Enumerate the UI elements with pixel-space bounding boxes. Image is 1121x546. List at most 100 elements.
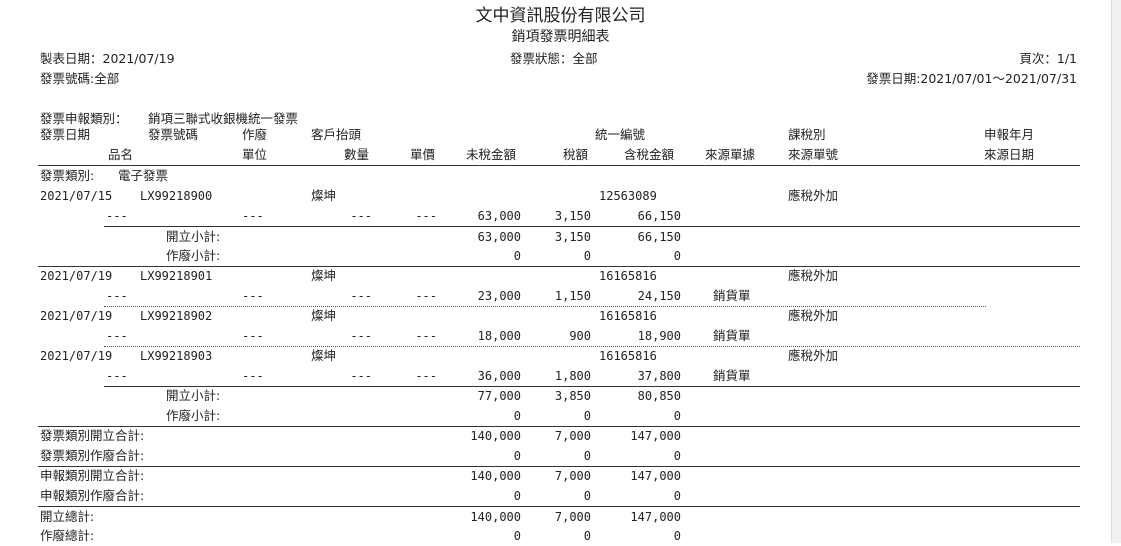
item-name: --- xyxy=(106,289,128,303)
subtotal-open-untaxed: 77,000 xyxy=(477,389,521,403)
item-untaxed: 63,000 xyxy=(477,209,521,223)
total-total: 0 xyxy=(673,449,681,463)
invoice-no: LX99218901 xyxy=(140,269,213,283)
subtotal-void-label: 作廢小計: xyxy=(166,248,221,263)
item-total: 37,800 xyxy=(637,369,681,383)
col-total: 含稅金額 xyxy=(624,147,675,162)
subtotal-open-total: 66,150 xyxy=(637,230,681,244)
total-label: 發票類別開立合計: xyxy=(40,428,145,443)
group-row: 發票類別: 電子發票 xyxy=(0,166,1121,186)
invoice-customer: 燦坤 xyxy=(311,308,337,323)
invoice-customer: 燦坤 xyxy=(311,188,337,203)
invoice-customer: 燦坤 xyxy=(311,268,337,283)
item-unit: --- xyxy=(242,209,264,223)
subtotal-open-tax: 3,850 xyxy=(554,389,591,403)
invoice-date: 2021/07/19 xyxy=(40,349,113,363)
invoice-row: 2021/07/19 LX99218902 燦坤 16165816 應稅外加 xyxy=(0,306,1121,326)
col-invoice-no: 發票號碼 xyxy=(148,127,199,142)
col-tax-type: 課稅別 xyxy=(788,127,826,142)
item-qty: --- xyxy=(350,329,372,343)
item-row: --- --- --- --- 18,000 900 18,900 銷貨單 xyxy=(0,326,1121,346)
subtotal-open-tax: 3,150 xyxy=(554,230,591,244)
total-tax: 0 xyxy=(583,449,591,463)
invoice-tax-type: 應稅外加 xyxy=(788,268,839,283)
subtotal-void-tax: 0 xyxy=(583,409,591,423)
total-untaxed: 140,000 xyxy=(470,429,521,443)
item-price: --- xyxy=(415,369,437,383)
item-row: --- --- --- --- 63,000 3,150 66,150 xyxy=(0,206,1121,226)
subtotal-void-untaxed: 0 xyxy=(513,409,521,423)
col-source-no: 來源單號 xyxy=(788,147,839,162)
item-price: --- xyxy=(415,289,437,303)
subtotal-void-label: 作廢小計: xyxy=(166,408,221,423)
total-total: 0 xyxy=(673,489,681,503)
total-row: 申報類別開立合計: 140,000 7,000 147,000 xyxy=(0,466,1121,486)
subtotal-open-label: 開立小計: xyxy=(166,388,221,403)
subtotal-void-untaxed: 0 xyxy=(513,249,521,263)
total-total: 147,000 xyxy=(630,510,681,524)
column-header-row-1: 發票日期 發票號碼 作廢 客戶抬頭 統一編號 課稅別 申報年月 xyxy=(0,125,1121,145)
total-tax: 0 xyxy=(583,489,591,503)
invoice-tax-id: 16165816 xyxy=(599,269,657,283)
invoice-row: 2021/07/15 LX99218900 燦坤 12563089 應稅外加 xyxy=(0,186,1121,206)
total-row: 作廢總計: 0 0 0 xyxy=(0,526,1121,546)
subtotal-void-row: 作廢小計: 0 0 0 xyxy=(0,406,1121,426)
invoice-row: 2021/07/19 LX99218901 燦坤 16165816 應稅外加 xyxy=(0,266,1121,286)
item-unit: --- xyxy=(242,289,264,303)
invoice-tax-type: 應稅外加 xyxy=(788,308,839,323)
item-qty: --- xyxy=(350,289,372,303)
report-title: 銷項發票明細表 xyxy=(511,29,610,45)
invoice-customer: 燦坤 xyxy=(311,348,337,363)
invoice-date: 2021/07/19 xyxy=(40,269,113,283)
item-tax: 3,150 xyxy=(554,209,591,223)
item-price: --- xyxy=(415,209,437,223)
invoice-tax-id: 16165816 xyxy=(599,349,657,363)
invoice-tax-id: 16165816 xyxy=(599,309,657,323)
total-label: 作廢總計: xyxy=(40,528,95,543)
page-number: 頁次：1/1 xyxy=(1019,51,1077,66)
item-source-doc: 銷貨單 xyxy=(713,328,751,343)
item-row: --- --- --- --- 23,000 1,150 24,150 銷貨單 xyxy=(0,286,1121,306)
item-untaxed: 36,000 xyxy=(477,369,521,383)
subtotal-void-total: 0 xyxy=(673,249,681,263)
total-untaxed: 0 xyxy=(513,449,521,463)
item-qty: --- xyxy=(350,369,372,383)
item-unit: --- xyxy=(242,329,264,343)
item-tax: 1,150 xyxy=(554,289,591,303)
subtotal-open-total: 80,850 xyxy=(637,389,681,403)
subtotal-open-row: 開立小計: 77,000 3,850 80,850 xyxy=(0,386,1121,406)
col-tax-id: 統一編號 xyxy=(595,127,646,142)
item-name: --- xyxy=(106,209,128,223)
invoice-tax-id: 12563089 xyxy=(599,189,657,203)
group-value: 電子發票 xyxy=(118,168,169,183)
invoice-date-range: 發票日期:2021/07/01～2021/07/31 xyxy=(866,71,1077,86)
subtotal-void-total: 0 xyxy=(673,409,681,423)
invoice-row: 2021/07/19 LX99218903 燦坤 16165816 應稅外加 xyxy=(0,346,1121,366)
total-tax: 0 xyxy=(583,529,591,543)
vertical-scrollbar[interactable] xyxy=(1111,0,1121,543)
total-label: 申報類別開立合計: xyxy=(40,468,145,483)
invoice-no-filter: 發票號碼:全部 xyxy=(40,71,120,86)
item-total: 24,150 xyxy=(637,289,681,303)
invoice-status: 發票狀態：全部 xyxy=(510,51,598,66)
invoice-tax-type: 應稅外加 xyxy=(788,348,839,363)
invoice-tax-type: 應稅外加 xyxy=(788,188,839,203)
item-unit: --- xyxy=(242,369,264,383)
invoice-date: 2021/07/15 xyxy=(40,189,113,203)
item-untaxed: 23,000 xyxy=(477,289,521,303)
col-qty: 數量 xyxy=(344,147,370,162)
subtotal-open-row: 開立小計: 63,000 3,150 66,150 xyxy=(0,227,1121,247)
col-source-doc: 來源單據 xyxy=(705,147,756,162)
col-untaxed: 未稅金額 xyxy=(466,147,517,162)
subtotal-open-label: 開立小計: xyxy=(166,229,221,244)
total-total: 0 xyxy=(673,529,681,543)
item-row: --- --- --- --- 36,000 1,800 37,800 銷貨單 xyxy=(0,366,1121,386)
col-unit: 單位 xyxy=(242,147,268,162)
col-void: 作廢 xyxy=(242,127,268,142)
item-total: 18,900 xyxy=(637,329,681,343)
total-row: 發票類別作廢合計: 0 0 0 xyxy=(0,446,1121,466)
total-untaxed: 0 xyxy=(513,529,521,543)
item-tax: 900 xyxy=(569,329,591,343)
total-label: 申報類別作廢合計: xyxy=(40,488,145,503)
group-label: 發票類別: xyxy=(40,168,95,183)
